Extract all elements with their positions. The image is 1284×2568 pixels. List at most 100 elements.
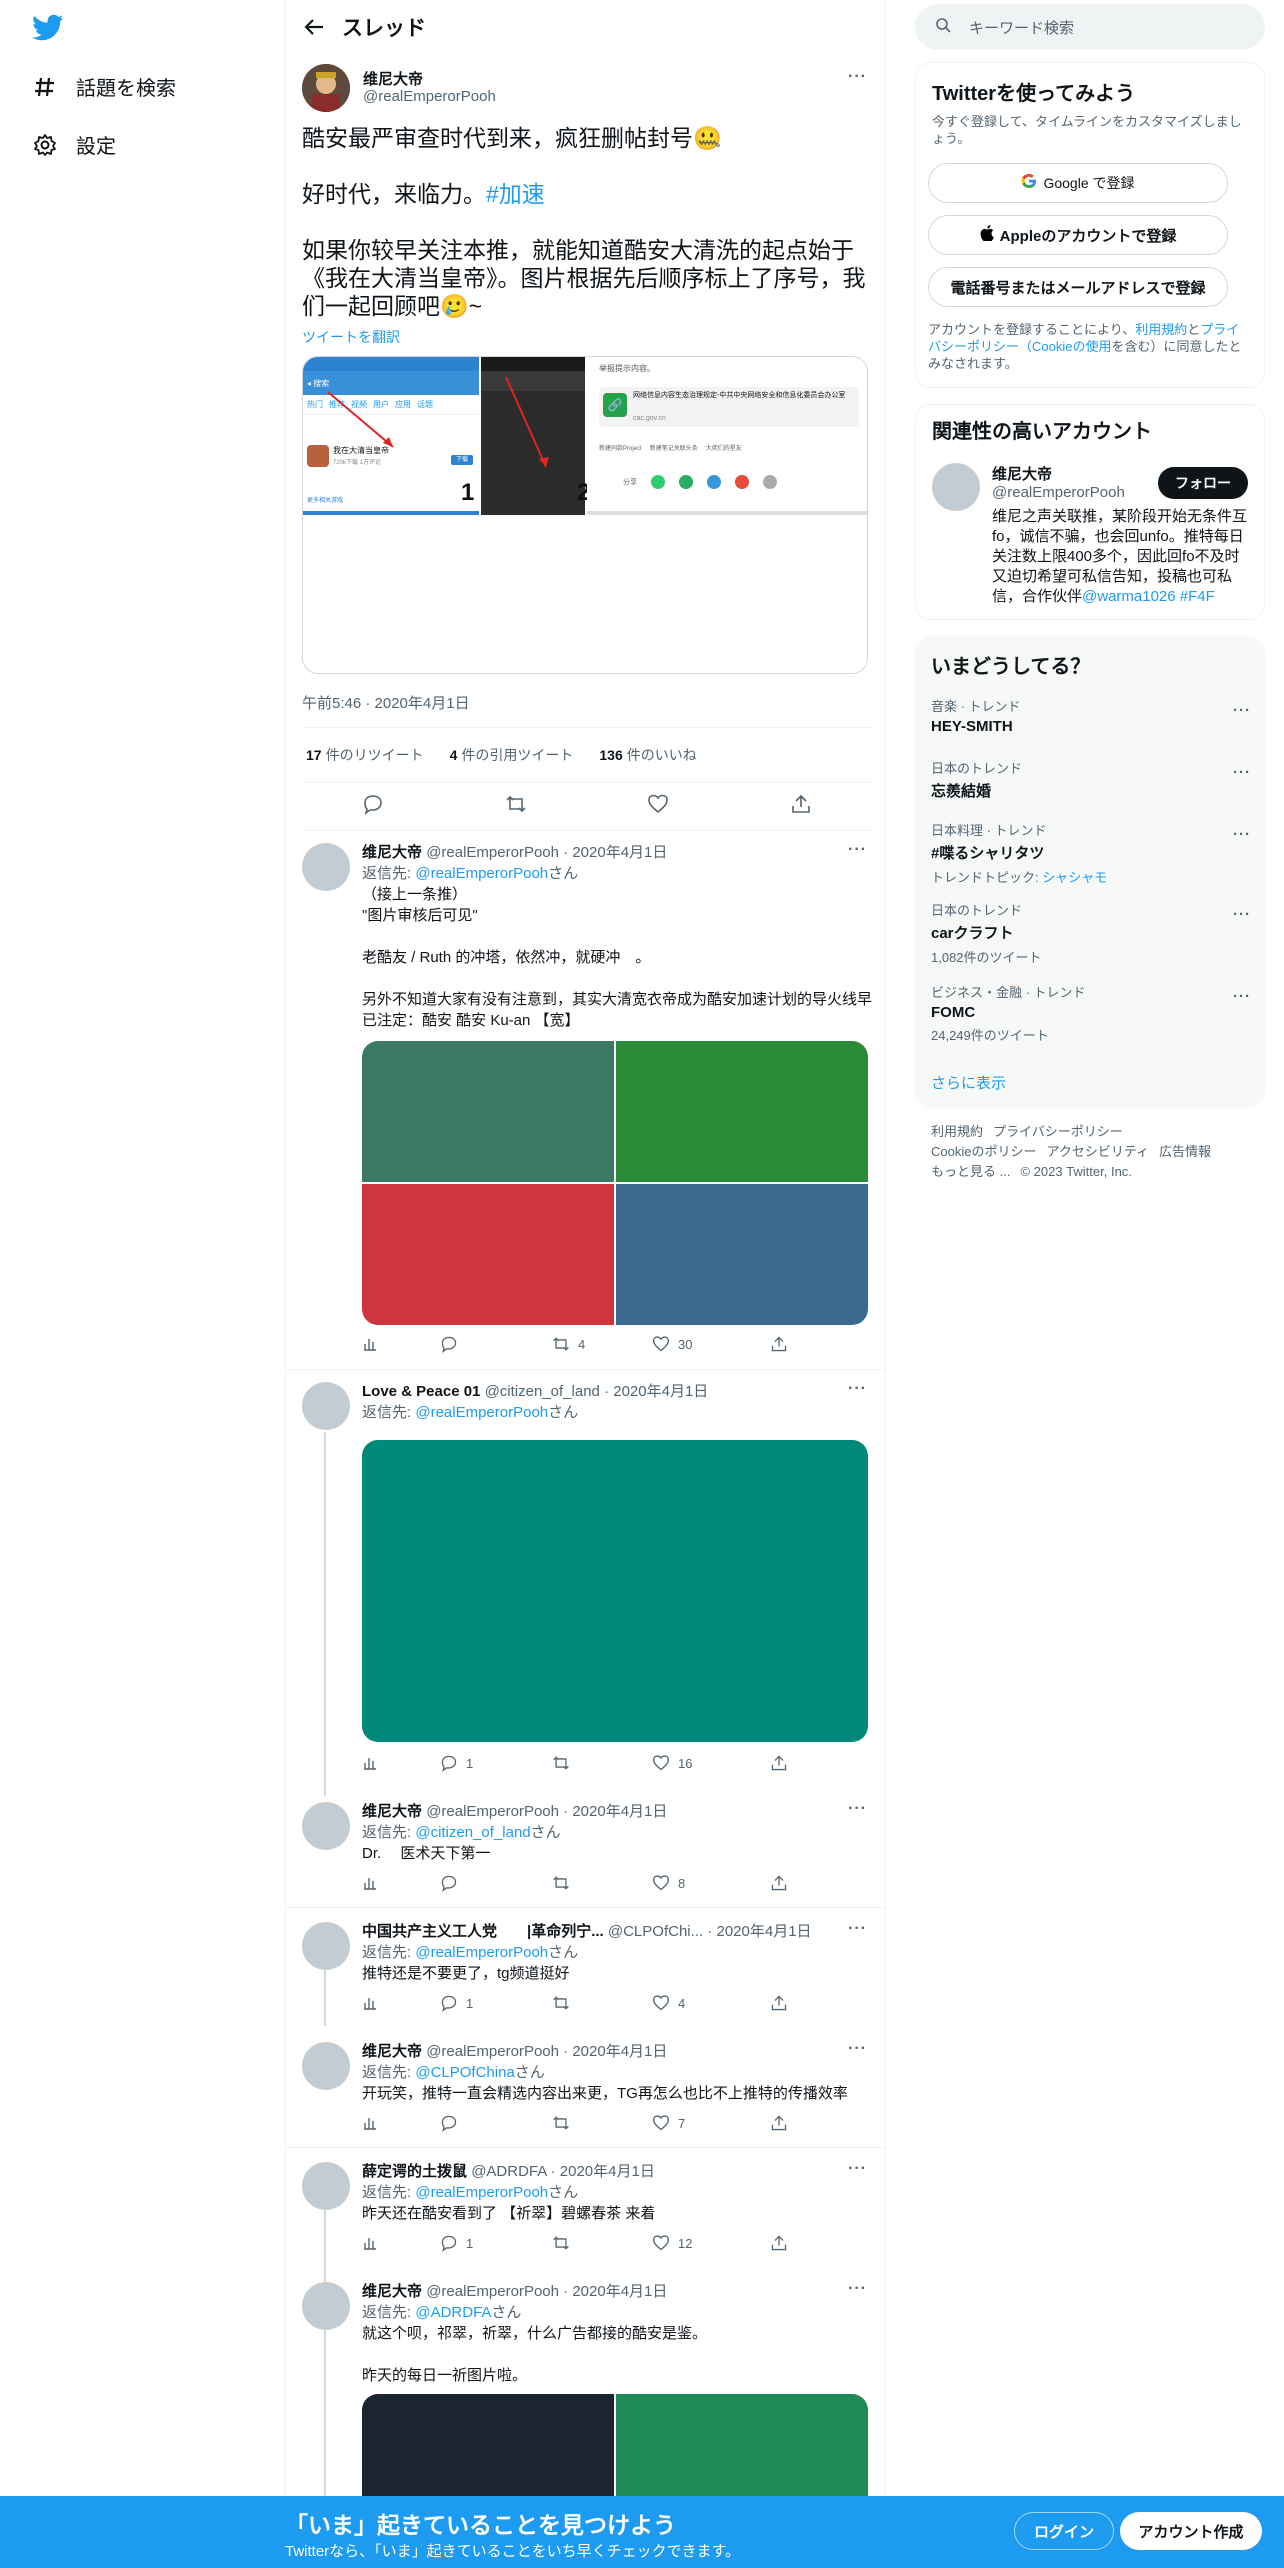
reply-author-name[interactable]: 维尼大帝: [362, 1803, 422, 1820]
analytics-icon[interactable]: [362, 1755, 440, 1771]
reply-to-link[interactable]: @ADRDFA: [415, 2304, 491, 2321]
search-input[interactable]: キーワード検索: [915, 4, 1265, 50]
apple-signup-button[interactable]: Appleのアカウントで登録: [928, 215, 1228, 255]
reply-date[interactable]: 2020年4月1日: [572, 2283, 667, 2300]
footer-link[interactable]: プライバシーポリシー: [993, 1124, 1123, 1139]
reply-author-name[interactable]: 中国共产主义工人党 |革命列宁...: [362, 1923, 604, 1940]
more-options-icon[interactable]: ···: [848, 841, 867, 859]
more-options-icon[interactable]: ···: [1233, 988, 1251, 1005]
retweet-button[interactable]: 4: [552, 1335, 652, 1353]
reply-author-handle[interactable]: @CLPOfChi...: [608, 1923, 703, 1940]
back-arrow-icon[interactable]: [286, 18, 342, 36]
retweet-button[interactable]: [552, 1874, 652, 1892]
media-image[interactable]: [362, 1184, 614, 1325]
signup-button[interactable]: アカウント作成: [1120, 2512, 1262, 2550]
related-handle[interactable]: @realEmperorPooh: [992, 484, 1125, 501]
like-button[interactable]: 7: [652, 2114, 770, 2132]
author-name[interactable]: 维尼大帝: [363, 68, 423, 89]
footer-link[interactable]: アクセシビリティ: [1046, 1144, 1149, 1159]
related-name[interactable]: 维尼大帝: [992, 463, 1052, 484]
more-options-icon[interactable]: ···: [848, 2280, 867, 2298]
reply-author-name[interactable]: 维尼大帝: [362, 2283, 422, 2300]
reply-to-link[interactable]: @citizen_of_land: [415, 1824, 530, 1841]
avatar[interactable]: [302, 1802, 350, 1850]
like-button[interactable]: 8: [652, 1874, 770, 1892]
trend-item[interactable]: 日本のトレンド 忘羨結婚 ···: [931, 758, 1251, 801]
analytics-icon[interactable]: [362, 2115, 440, 2131]
hashtag-link[interactable]: #加速: [486, 181, 545, 207]
reply-tweet[interactable]: 维尼大帝 @realEmperorPooh · 2020年4月1日 ··· 返信…: [286, 1790, 886, 1906]
media-image[interactable]: [362, 1440, 868, 1742]
trend-item[interactable]: ビジネス・金融 · トレンド FOMC 24,249件のツイート ···: [931, 982, 1251, 1044]
reply-date[interactable]: 2020年4月1日: [572, 1803, 667, 1820]
reply-button[interactable]: [440, 1874, 552, 1892]
avatar[interactable]: [302, 2042, 350, 2090]
reply-author-name[interactable]: 维尼大帝: [362, 844, 422, 861]
nav-settings[interactable]: 設定: [32, 130, 116, 159]
avatar[interactable]: [302, 64, 350, 112]
like-button[interactable]: 16: [652, 1754, 770, 1772]
tweet-media[interactable]: ◂ 搜索 热门 推荐 视频 用户 应用 话题 我在大清当皇帝 720k下载 1万…: [302, 356, 868, 674]
media-image[interactable]: [616, 1041, 868, 1182]
author-handle[interactable]: @realEmperorPooh: [363, 88, 496, 105]
reply-to-link[interactable]: @realEmperorPooh: [415, 1944, 548, 1961]
show-more-link[interactable]: さらに表示: [931, 1072, 1006, 1093]
reply-author-name[interactable]: 薛定谔的土拨鼠: [362, 2163, 467, 2180]
reply-date[interactable]: 2020年4月1日: [716, 1923, 811, 1940]
more-options-icon[interactable]: ···: [1233, 906, 1251, 923]
twitter-logo-icon[interactable]: [32, 14, 64, 42]
reply-author-handle[interactable]: @ADRDFA: [471, 2163, 546, 2180]
share-button[interactable]: [770, 2234, 788, 2252]
like-button[interactable]: 4: [652, 1994, 770, 2012]
reply-media-grid[interactable]: [362, 2394, 868, 2504]
trend-topic-link[interactable]: シャシャモ: [1042, 870, 1107, 885]
more-options-icon[interactable]: ···: [848, 2040, 867, 2058]
more-options-icon[interactable]: ···: [1233, 826, 1251, 843]
phone-signup-button[interactable]: 電話番号またはメールアドレスで登録: [928, 267, 1228, 307]
bio-mention-link[interactable]: @warma1026: [1082, 588, 1176, 605]
retweet-button[interactable]: [552, 2114, 652, 2132]
reply-to-link[interactable]: @realEmperorPooh: [415, 865, 548, 882]
reply-tweet[interactable]: Love & Peace 01 @citizen_of_land · 2020年…: [286, 1370, 886, 1790]
share-button[interactable]: [770, 1335, 788, 1353]
tweet-timestamp[interactable]: 午前5:46 · 2020年4月1日: [302, 692, 470, 713]
google-signup-button[interactable]: Google で登録: [928, 163, 1228, 203]
share-button[interactable]: [770, 1874, 788, 1892]
retweet-icon[interactable]: [505, 793, 527, 820]
like-icon[interactable]: [647, 793, 669, 820]
avatar[interactable]: [302, 2282, 350, 2330]
reply-date[interactable]: 2020年4月1日: [560, 2163, 655, 2180]
trend-item[interactable]: 日本のトレンド carクラフト 1,082件のツイート ···: [931, 900, 1251, 966]
media-image[interactable]: [616, 1184, 868, 1325]
retweet-button[interactable]: [552, 2234, 652, 2252]
media-image[interactable]: [616, 2394, 868, 2504]
reply-button[interactable]: 1: [440, 1994, 552, 2012]
like-button[interactable]: 12: [652, 2234, 770, 2252]
like-button[interactable]: 30: [652, 1335, 770, 1353]
avatar[interactable]: [932, 463, 980, 511]
footer-link[interactable]: 利用規約: [931, 1124, 983, 1139]
reply-icon[interactable]: [362, 793, 384, 820]
reply-date[interactable]: 2020年4月1日: [572, 844, 667, 861]
nav-explore[interactable]: 話題を検索: [32, 72, 176, 101]
reply-to-link[interactable]: @CLPOfChina: [415, 2064, 514, 2081]
retweet-button[interactable]: [552, 1754, 652, 1772]
reply-button[interactable]: [440, 1335, 552, 1353]
media-image[interactable]: [362, 1041, 614, 1182]
avatar[interactable]: [302, 1382, 350, 1430]
retweet-button[interactable]: [552, 1994, 652, 2012]
more-options-icon[interactable]: ···: [1233, 702, 1251, 719]
more-options-icon[interactable]: ···: [1233, 764, 1251, 781]
avatar[interactable]: [302, 2162, 350, 2210]
share-button[interactable]: [770, 1754, 788, 1772]
footer-link[interactable]: 広告情報: [1159, 1144, 1211, 1159]
reply-button[interactable]: 1: [440, 1754, 552, 1772]
avatar[interactable]: [302, 843, 350, 891]
reply-date[interactable]: 2020年4月1日: [572, 2043, 667, 2060]
reply-tweet[interactable]: 维尼大帝 @realEmperorPooh · 2020年4月1日 ··· 返信…: [286, 831, 886, 1371]
trend-item[interactable]: 音楽 · トレンド HEY-SMITH ···: [931, 696, 1251, 735]
reply-author-handle[interactable]: @citizen_of_land: [485, 1383, 600, 1400]
terms-link[interactable]: 利用規約: [1135, 322, 1187, 337]
analytics-icon[interactable]: [362, 1336, 440, 1352]
reply-author-handle[interactable]: @realEmperorPooh: [426, 844, 559, 861]
